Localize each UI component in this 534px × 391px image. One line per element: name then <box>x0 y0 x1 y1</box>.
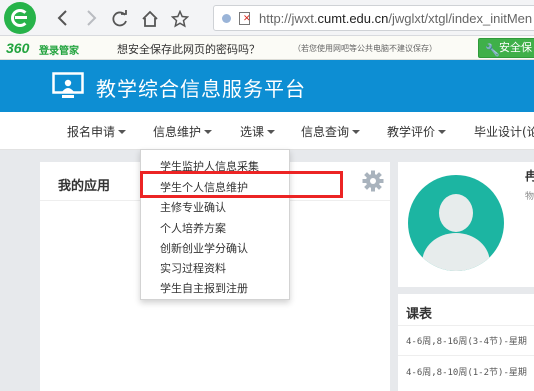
my-apps-title: 我的应用 <box>58 179 111 194</box>
password-save-notice: 360 登录管家 想安全保存此网页的密码吗？ （若您使用网吧等公共电脑不建议保存… <box>0 36 534 60</box>
nav-item-info-query[interactable]: 信息查询 <box>301 123 361 140</box>
highlight-box <box>140 171 343 198</box>
caret-down-icon <box>352 130 361 134</box>
schedule-row[interactable]: 4-6周,8-10周(1-2节)-星期 <box>406 365 527 378</box>
caret-down-icon <box>438 130 447 134</box>
nav-item-registration[interactable]: 报名申请 <box>67 123 127 140</box>
main-nav: 报名申请 信息维护 选课 信息查询 教学评价 毕业设计(论 <box>0 112 534 150</box>
back-icon[interactable] <box>52 7 74 29</box>
site-info-icon[interactable] <box>222 14 231 23</box>
brand-360-text: 360 <box>6 40 30 56</box>
avatar[interactable] <box>408 175 504 271</box>
divider <box>398 325 534 326</box>
safe-save-button[interactable]: 🔧 安全保 <box>478 38 534 58</box>
menu-item-training-plan[interactable]: 个人培养方案 <box>160 220 226 236</box>
insecure-page-icon: ✕ <box>239 12 251 25</box>
profile-subtitle: 物 <box>525 192 534 202</box>
caret-down-icon <box>118 130 127 134</box>
brand-name-text: 登录管家 <box>39 46 79 57</box>
star-icon[interactable] <box>169 7 191 29</box>
profile-panel: 冉 物 <box>398 162 534 287</box>
wrench-icon: 🔧 <box>485 43 500 57</box>
menu-item-internship-materials[interactable]: 实习过程资料 <box>160 260 226 276</box>
nav-item-teaching-evaluation[interactable]: 教学评价 <box>387 123 447 140</box>
page-title: 教学综合信息服务平台 <box>96 77 306 101</box>
menu-item-innovation-credits[interactable]: 创新创业学分确认 <box>160 240 248 256</box>
360-browser-logo-icon[interactable] <box>4 2 36 34</box>
schedule-row[interactable]: 4-6周,8-16周(3-4节)-星期 <box>406 334 527 347</box>
gear-icon[interactable] <box>362 170 384 192</box>
nav-item-course-selection[interactable]: 选课 <box>240 123 276 140</box>
menu-item-major-confirm[interactable]: 主修专业确认 <box>160 199 226 215</box>
profile-name: 冉 <box>525 169 534 183</box>
divider <box>398 355 534 356</box>
schedule-title: 课表 <box>406 307 433 322</box>
menu-item-self-registration[interactable]: 学生自主报到注册 <box>160 280 248 296</box>
browser-toolbar: ✕ http://jwxt.cumt.edu.cn/jwglxt/xtgl/in… <box>0 0 534 36</box>
home-icon[interactable] <box>139 7 161 29</box>
notice-question: 想安全保存此网页的密码吗？ <box>117 43 260 56</box>
address-bar[interactable]: ✕ http://jwxt.cumt.edu.cn/jwglxt/xtgl/in… <box>213 5 534 31</box>
forward-icon[interactable] <box>80 7 102 29</box>
site-header: 教学综合信息服务平台 <box>0 60 534 112</box>
caret-down-icon <box>267 130 276 134</box>
refresh-icon[interactable] <box>109 7 131 29</box>
caret-down-icon <box>204 130 213 134</box>
schedule-panel: 课表 4-6周,8-16周(3-4节)-星期 4-6周,8-10周(1-2节)-… <box>398 294 534 391</box>
notice-tip: （若您使用网吧等公共电脑不建议保存） <box>293 44 437 53</box>
nav-item-graduation-design[interactable]: 毕业设计(论 <box>474 123 534 140</box>
url-text[interactable]: http://jwxt.cumt.edu.cn/jwglxt/xtgl/inde… <box>259 11 532 26</box>
nav-item-info-maintenance[interactable]: 信息维护 <box>153 123 213 140</box>
platform-logo-icon <box>52 72 84 98</box>
